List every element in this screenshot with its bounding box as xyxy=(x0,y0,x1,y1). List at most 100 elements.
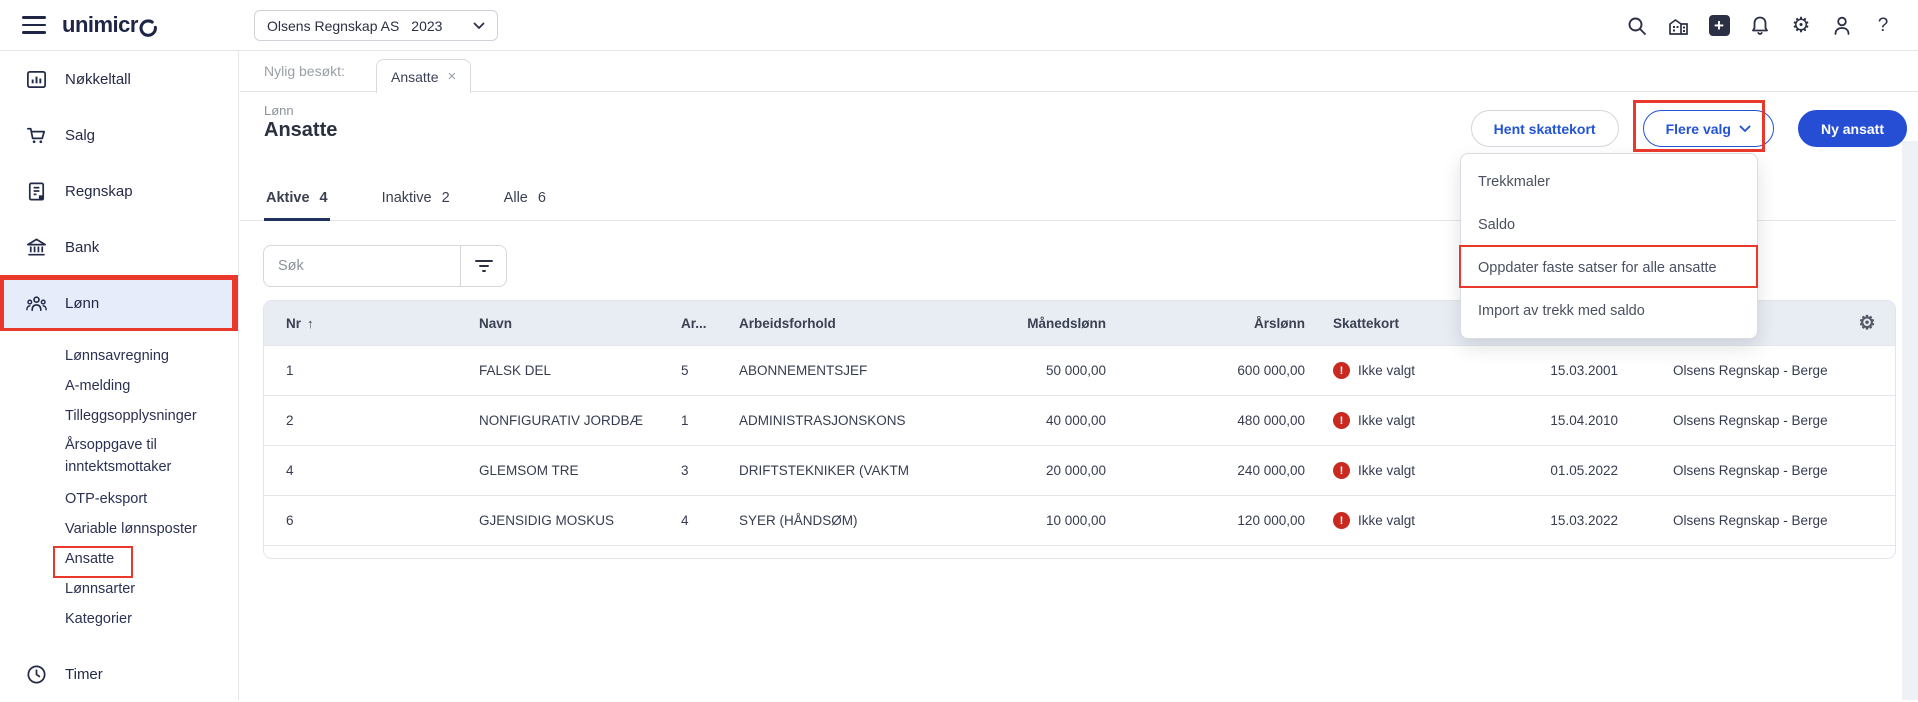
submenu-item-otp-eksport[interactable]: OTP-eksport xyxy=(0,484,238,514)
cell-skattekort: ! Ikke valgt xyxy=(1305,362,1460,379)
submenu-item-variable-lonnsposter[interactable]: Variable lønnsposter xyxy=(0,514,238,544)
menu-item-import-trekk-saldo[interactable]: Import av trekk med saldo xyxy=(1461,289,1757,332)
tab-aktive[interactable]: Aktive 4 xyxy=(264,190,330,221)
cell-dato: 15.03.2001 xyxy=(1550,363,1618,378)
column-header-manedslonn[interactable]: Månedslønn xyxy=(969,316,1106,331)
submenu-item-ansatte[interactable]: Ansatte xyxy=(0,544,238,574)
hamburger-menu-icon[interactable] xyxy=(22,16,46,34)
tab-count: 4 xyxy=(319,190,328,206)
sidebar-item-lonn[interactable]: Lønn xyxy=(0,275,238,331)
help-glyph: ? xyxy=(1877,14,1889,36)
sidebar-item-regnskap[interactable]: Regnskap xyxy=(0,163,238,219)
submenu-item-tilleggsopplysninger[interactable]: Tilleggsopplysninger xyxy=(0,401,238,431)
cell-arbeidsforhold: DRIFTSTEKNIKER (VAKTM xyxy=(739,463,910,478)
search-input[interactable] xyxy=(263,245,460,287)
cell-nr: 4 xyxy=(286,463,294,478)
bar-chart-icon xyxy=(24,67,48,91)
menu-item-oppdater-faste-satser[interactable]: Oppdater faste satser for alle ansatte xyxy=(1461,246,1757,289)
submenu-item-lonnsarter[interactable]: Lønnsarter xyxy=(0,574,238,604)
sidebar-item-timer[interactable]: Timer xyxy=(0,646,238,702)
company-selector[interactable]: Olsens Regnskap AS 2023 xyxy=(254,10,498,41)
tab-alle[interactable]: Alle 6 xyxy=(502,190,548,221)
help-icon[interactable]: ? xyxy=(1872,15,1894,37)
menu-item-saldo[interactable]: Saldo xyxy=(1461,203,1757,246)
ledger-icon xyxy=(24,179,48,203)
submenu-item-arsoppgave[interactable]: Årsoppgave til inntektsmottaker xyxy=(0,431,238,484)
sidebar-item-salg[interactable]: Salg xyxy=(0,107,238,163)
table-row[interactable]: 6 GJENSIDIG MOSKUS 4 SYER (HÅNDSØM) 10 0… xyxy=(264,495,1895,545)
bank-icon xyxy=(24,235,48,259)
column-header-navn[interactable]: Navn xyxy=(457,316,659,331)
close-icon[interactable]: × xyxy=(447,68,456,85)
table-footer xyxy=(264,545,1895,558)
cell-navn: NONFIGURATIV JORDBÆ xyxy=(479,413,644,428)
cell-arslonn: 480 000,00 xyxy=(1237,413,1305,428)
menu-item-trekkmaler[interactable]: Trekkmaler xyxy=(1461,160,1757,203)
gear-glyph: ⚙ xyxy=(1791,14,1811,37)
sidebar: Nøkkeltall Salg Regnskap Bank Lønn Lønns… xyxy=(0,51,239,700)
user-icon[interactable] xyxy=(1831,15,1853,37)
cell-ar: 1 xyxy=(681,413,689,428)
column-header-nr[interactable]: Nr ↑ xyxy=(264,316,457,331)
company-year: 2023 xyxy=(411,17,443,34)
column-header-ar[interactable]: Ar... xyxy=(659,316,717,331)
tab-inaktive[interactable]: Inaktive 2 xyxy=(380,190,452,221)
chevron-down-icon xyxy=(1739,125,1751,132)
tab-label: Ansatte xyxy=(391,68,439,85)
table-row[interactable]: 1 FALSK DEL 5 ABONNEMENTSJEF 50 000,00 6… xyxy=(264,345,1895,395)
flere-valg-dropdown: Trekkmaler Saldo Oppdater faste satser f… xyxy=(1460,153,1758,339)
scrollbar-track[interactable] xyxy=(1902,141,1918,700)
column-header-arbeidsforhold[interactable]: Arbeidsforhold xyxy=(717,316,969,331)
submenu-item-kategorier[interactable]: Kategorier xyxy=(0,604,238,634)
page-title: Ansatte xyxy=(264,119,338,141)
header-buttons: Hent skattekort Flere valg Ny ansatt xyxy=(1470,110,1907,147)
column-header-skattekort[interactable]: Skattekort xyxy=(1305,316,1460,331)
tab-count: 6 xyxy=(537,190,546,206)
breadcrumb: Lønn xyxy=(264,103,294,118)
tab-ansatte[interactable]: Ansatte × xyxy=(376,59,472,93)
skattekort-status: Ikke valgt xyxy=(1358,413,1416,428)
column-header-arslonn[interactable]: Årslønn xyxy=(1106,316,1305,331)
flere-valg-button[interactable]: Flere valg xyxy=(1642,110,1774,147)
alert-icon: ! xyxy=(1333,362,1350,379)
submenu-item-lonnsavregning[interactable]: Lønnsavregning xyxy=(0,341,238,371)
sidebar-item-nokkeltall[interactable]: Nøkkeltall xyxy=(0,51,238,107)
cell-selskap: Olsens Regnskap - Berge xyxy=(1673,363,1828,378)
sidebar-item-label: Timer xyxy=(65,665,103,683)
recently-visited-label: Nylig besøkt: xyxy=(264,63,345,79)
cell-navn: FALSK DEL xyxy=(479,363,552,378)
cell-arslonn: 240 000,00 xyxy=(1237,463,1305,478)
sidebar-item-label: Bank xyxy=(65,238,100,256)
filter-button[interactable] xyxy=(460,245,507,287)
cell-selskap: Olsens Regnskap - Berge xyxy=(1673,413,1828,428)
cell-skattekort: ! Ikke valgt xyxy=(1305,462,1460,479)
cell-selskap: Olsens Regnskap - Berge xyxy=(1673,463,1828,478)
alert-icon: ! xyxy=(1333,412,1350,429)
cell-arslonn: 120 000,00 xyxy=(1237,513,1305,528)
chevron-down-icon xyxy=(473,22,485,30)
ny-ansatt-button[interactable]: Ny ansatt xyxy=(1797,110,1907,147)
alert-icon: ! xyxy=(1333,512,1350,529)
hent-skattekort-button[interactable]: Hent skattekort xyxy=(1470,110,1619,147)
recently-visited-strip: Nylig besøkt: Ansatte × xyxy=(240,51,1918,93)
skattekort-status: Ikke valgt xyxy=(1358,363,1416,378)
top-bar: unimicr Olsens Regnskap AS 2023 + ⚙ ? xyxy=(0,0,1918,51)
gear-icon[interactable]: ⚙ xyxy=(1790,15,1812,37)
logo-o-glyph xyxy=(139,19,157,37)
table-row[interactable]: 2 NONFIGURATIV JORDBÆ 1 ADMINISTRASJONSK… xyxy=(264,395,1895,445)
submenu-item-a-melding[interactable]: A-melding xyxy=(0,371,238,401)
lonn-submenu: Lønnsavregning A-melding Tilleggsopplysn… xyxy=(0,331,238,634)
bell-icon[interactable] xyxy=(1749,15,1771,37)
table-row[interactable]: 4 GLEMSOM TRE 3 DRIFTSTEKNIKER (VAKTM 20… xyxy=(264,445,1895,495)
buildings-icon[interactable] xyxy=(1667,15,1689,37)
cart-icon xyxy=(24,123,48,147)
sidebar-item-bank[interactable]: Bank xyxy=(0,219,238,275)
plus-icon[interactable]: + xyxy=(1708,15,1730,37)
cell-manedslonn: 10 000,00 xyxy=(1045,513,1106,528)
search-icon[interactable] xyxy=(1626,15,1648,37)
page-header: Lønn Ansatte Hent skattekort Flere valg … xyxy=(240,93,1918,160)
cell-manedslonn: 50 000,00 xyxy=(1045,363,1106,378)
alert-icon: ! xyxy=(1333,462,1350,479)
table-settings-gear-icon[interactable]: ⚙ xyxy=(1858,312,1875,335)
search-row xyxy=(263,245,507,287)
